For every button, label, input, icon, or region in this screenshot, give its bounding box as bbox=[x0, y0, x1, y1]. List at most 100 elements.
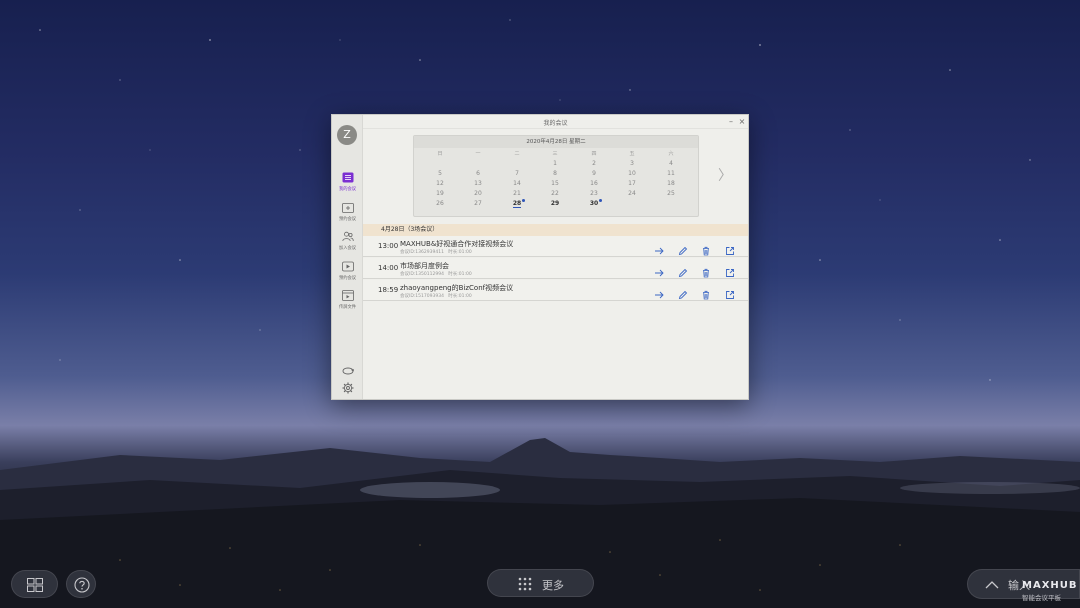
calendar-weekday: 五 bbox=[629, 151, 635, 157]
help-icon bbox=[74, 577, 90, 593]
share-icon bbox=[726, 269, 734, 277]
calendar-day[interactable]: 6 bbox=[459, 169, 497, 178]
close-button[interactable]: × bbox=[737, 117, 747, 127]
calendar-day[interactable]: 4 bbox=[652, 159, 690, 168]
grid-icon bbox=[518, 577, 532, 591]
calendar-day[interactable]: 1 bbox=[536, 159, 574, 168]
calendar-day[interactable]: 19 bbox=[421, 189, 459, 198]
calendar-day[interactable]: 11 bbox=[652, 169, 690, 178]
sidebar: Z 我的会议 预约会议 加入会议 预约会议 传屏文件 bbox=[332, 115, 363, 399]
meeting-row[interactable]: 13:00 MAXHUB&好视通合作对接视频会议 会议ID:1362939411 时… bbox=[363, 236, 748, 257]
calendar-day[interactable]: 27 bbox=[459, 199, 497, 208]
my-meetings-dialog: Z 我的会议 预约会议 加入会议 预约会议 传屏文件 我的会议 – × 2020… bbox=[331, 114, 749, 400]
meeting-time: 13:00 bbox=[378, 242, 399, 250]
edit-meeting-button[interactable] bbox=[678, 263, 688, 278]
calendar-weekday: 三 bbox=[552, 151, 558, 157]
arrow-right-icon bbox=[655, 269, 664, 277]
calendar-day[interactable]: 7 bbox=[498, 169, 536, 178]
calendar-weekday: 日 bbox=[437, 151, 443, 157]
calendar-day[interactable]: 22 bbox=[536, 189, 574, 198]
calendar-weekday: 二 bbox=[514, 151, 520, 157]
trash-icon bbox=[703, 246, 709, 256]
delete-meeting-button[interactable] bbox=[701, 263, 711, 278]
sidebar-item-share-file[interactable]: 传屏文件 bbox=[332, 290, 363, 310]
calendar-day[interactable]: 15 bbox=[536, 179, 574, 188]
enter-meeting-button[interactable] bbox=[654, 285, 664, 299]
sidebar-item-label: 预约会议 bbox=[338, 217, 357, 222]
calendar-day[interactable]: 5 bbox=[421, 169, 459, 178]
calendar-day[interactable]: 16 bbox=[575, 179, 613, 188]
swap-icon bbox=[342, 367, 354, 375]
sidebar-item-schedule-meeting[interactable]: 预约会议 bbox=[332, 202, 363, 222]
delete-meeting-button[interactable] bbox=[701, 285, 711, 300]
more-label: 更多 bbox=[542, 579, 564, 592]
calendar-day[interactable]: 13 bbox=[459, 179, 497, 188]
edit-meeting-button[interactable] bbox=[678, 285, 688, 300]
windows-button[interactable] bbox=[11, 570, 58, 598]
list-icon bbox=[342, 172, 353, 183]
delete-meeting-button[interactable] bbox=[701, 241, 711, 256]
calendar-day[interactable]: 18 bbox=[652, 179, 690, 188]
calendar-day[interactable]: 3 bbox=[613, 159, 651, 168]
share-icon bbox=[726, 291, 734, 299]
share-meeting-button[interactable] bbox=[725, 241, 735, 255]
calendar-day[interactable]: 29 bbox=[536, 199, 574, 208]
calendar-day[interactable]: 26 bbox=[421, 199, 459, 208]
screen-share-icon bbox=[341, 290, 354, 301]
sidebar-item-join-meeting[interactable]: 加入会议 bbox=[332, 231, 363, 251]
meeting-title: MAXHUB&好视通合作对接视频会议 bbox=[400, 240, 514, 248]
event-dot bbox=[522, 199, 525, 202]
next-month-button[interactable]: 〉 bbox=[718, 165, 732, 185]
day-header: 4月28日（3场会议） bbox=[363, 224, 748, 236]
brand-logo: MAXHUB bbox=[1022, 580, 1078, 591]
calendar-day[interactable]: 24 bbox=[613, 189, 651, 198]
calendar-day[interactable]: 20 bbox=[459, 189, 497, 198]
pencil-icon bbox=[678, 268, 688, 278]
calendar-day[interactable]: 23 bbox=[575, 189, 613, 198]
minimize-button[interactable]: – bbox=[726, 117, 736, 127]
swap-button[interactable] bbox=[332, 361, 363, 380]
avatar[interactable]: Z bbox=[337, 125, 357, 145]
arrow-right-icon bbox=[655, 291, 664, 299]
calendar-day[interactable]: 9 bbox=[575, 169, 613, 178]
calendar-day[interactable]: 10 bbox=[613, 169, 651, 178]
calendar-add-icon bbox=[341, 203, 354, 213]
share-icon bbox=[726, 247, 734, 255]
calendar-day[interactable]: 12 bbox=[421, 179, 459, 188]
pencil-icon bbox=[678, 290, 688, 300]
calendar-day[interactable]: 14 bbox=[498, 179, 536, 188]
share-meeting-button[interactable] bbox=[725, 263, 735, 277]
sidebar-item-label: 传屏文件 bbox=[338, 305, 357, 310]
chevron-up-icon bbox=[985, 581, 999, 589]
calendar-day[interactable]: 2 bbox=[575, 159, 613, 168]
meeting-time: 18:59 bbox=[378, 286, 399, 294]
sidebar-item-video-meeting[interactable]: 预约会议 bbox=[332, 261, 363, 281]
more-button[interactable]: 更多 bbox=[487, 569, 594, 597]
calendar-weekday: 一 bbox=[475, 151, 481, 157]
calendar-grid: 日一二三四五六 1 2 3 4 5 6 7 8 9 10 11 12 13 14 15 16 17 18 19 20 21… bbox=[414, 148, 698, 216]
enter-meeting-button[interactable] bbox=[654, 241, 664, 255]
calendar-day[interactable]: 25 bbox=[652, 189, 690, 198]
calendar-day[interactable]: 17 bbox=[613, 179, 651, 188]
calendar-header: 2020年4月28日 星期二 bbox=[414, 136, 698, 148]
title-bar: 我的会议 – × bbox=[363, 115, 748, 129]
meeting-meta: 会议ID:1517093934 时长:01:00 bbox=[400, 293, 472, 299]
calendar-day[interactable]: 28 bbox=[498, 199, 536, 208]
enter-meeting-button[interactable] bbox=[654, 263, 664, 277]
gear-icon bbox=[342, 382, 353, 394]
settings-button[interactable] bbox=[332, 379, 363, 398]
trash-icon bbox=[703, 290, 709, 300]
calendar-day[interactable]: 30 bbox=[575, 199, 613, 208]
meeting-id: 会议ID:1350112994 bbox=[400, 272, 444, 277]
meeting-row[interactable]: 18:59 zhaoyangpeng的BizConf视频会议 会议ID:151709… bbox=[363, 280, 748, 301]
edit-meeting-button[interactable] bbox=[678, 241, 688, 256]
meeting-duration: 时长:01:00 bbox=[448, 250, 472, 255]
calendar-day[interactable]: 8 bbox=[536, 169, 574, 178]
meeting-row[interactable]: 14:00 市场部月度例会 会议ID:1350112994 时长:01:00 bbox=[363, 258, 748, 279]
calendar: 2020年4月28日 星期二 日一二三四五六 1 2 3 4 5 6 7 8 9 10 11 12 13 1… bbox=[413, 135, 699, 217]
share-meeting-button[interactable] bbox=[725, 285, 735, 299]
sidebar-item-my-meetings[interactable]: 我的会议 bbox=[332, 172, 363, 192]
calendar-day[interactable]: 21 bbox=[498, 189, 536, 198]
help-button[interactable] bbox=[66, 570, 96, 598]
pencil-icon bbox=[678, 246, 688, 256]
